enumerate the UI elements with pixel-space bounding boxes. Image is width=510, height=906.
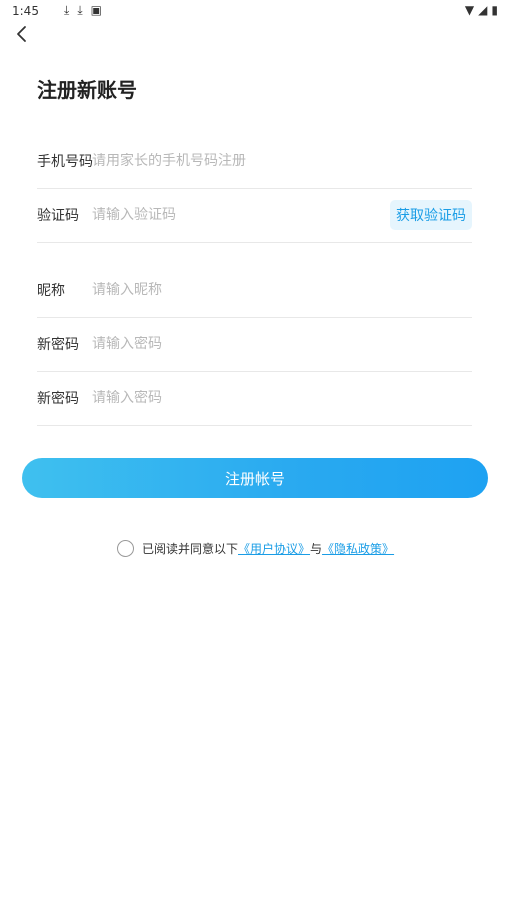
agree-checkbox[interactable] (117, 540, 134, 557)
new-password-input[interactable] (92, 336, 472, 352)
download-icon: ⤓ (77, 3, 83, 17)
privacy-policy-link[interactable]: 《隐私政策》 (322, 540, 394, 557)
nickname-row: 昵称 (37, 263, 472, 318)
user-agreement-link[interactable]: 《用户协议》 (238, 540, 310, 557)
status-bar: 1:45 ⤓ ⤓ ▣ ▼ ◢ ▮ (0, 0, 510, 22)
new-password-label: 新密码 (37, 337, 79, 353)
signal-icon: ◢ (478, 3, 488, 17)
phone-row: 手机号码 (37, 134, 472, 189)
battery-icon: ▮ (491, 3, 498, 17)
get-code-button[interactable]: 获取验证码 (390, 200, 472, 230)
confirm-password-row: 新密码 (37, 371, 472, 426)
wifi-icon: ▼ (464, 3, 475, 17)
agreement: 已阅读并同意以下 《用户协议》 与 《隐私政策》 (117, 540, 394, 557)
download-icon: ⤓ (64, 3, 70, 17)
verification-code-row: 验证码 获取验证码 (37, 188, 472, 243)
status-time: 1:45 (12, 4, 39, 18)
agreement-joiner: 与 (310, 542, 323, 556)
nickname-input[interactable] (92, 282, 472, 298)
verification-code-label: 验证码 (37, 208, 79, 224)
confirm-password-input[interactable] (92, 390, 472, 406)
new-password-row: 新密码 (37, 317, 472, 372)
app-notification-icon: ▣ (90, 3, 102, 17)
back-arrow-icon (17, 26, 26, 42)
page-title: 注册新账号 (37, 78, 137, 102)
nickname-label: 昵称 (37, 283, 65, 299)
phone-label: 手机号码 (37, 154, 93, 170)
system-icons: ▼ ◢ ▮ (465, 3, 498, 17)
phone-input[interactable] (92, 153, 472, 169)
notification-icons: ⤓ ⤓ ▣ (64, 3, 102, 17)
agreement-prefix: 已阅读并同意以下 (142, 542, 239, 556)
verification-code-input[interactable] (92, 207, 390, 223)
back-button[interactable] (8, 20, 36, 48)
confirm-password-label: 新密码 (37, 391, 79, 407)
register-button[interactable]: 注册帐号 (22, 458, 488, 498)
